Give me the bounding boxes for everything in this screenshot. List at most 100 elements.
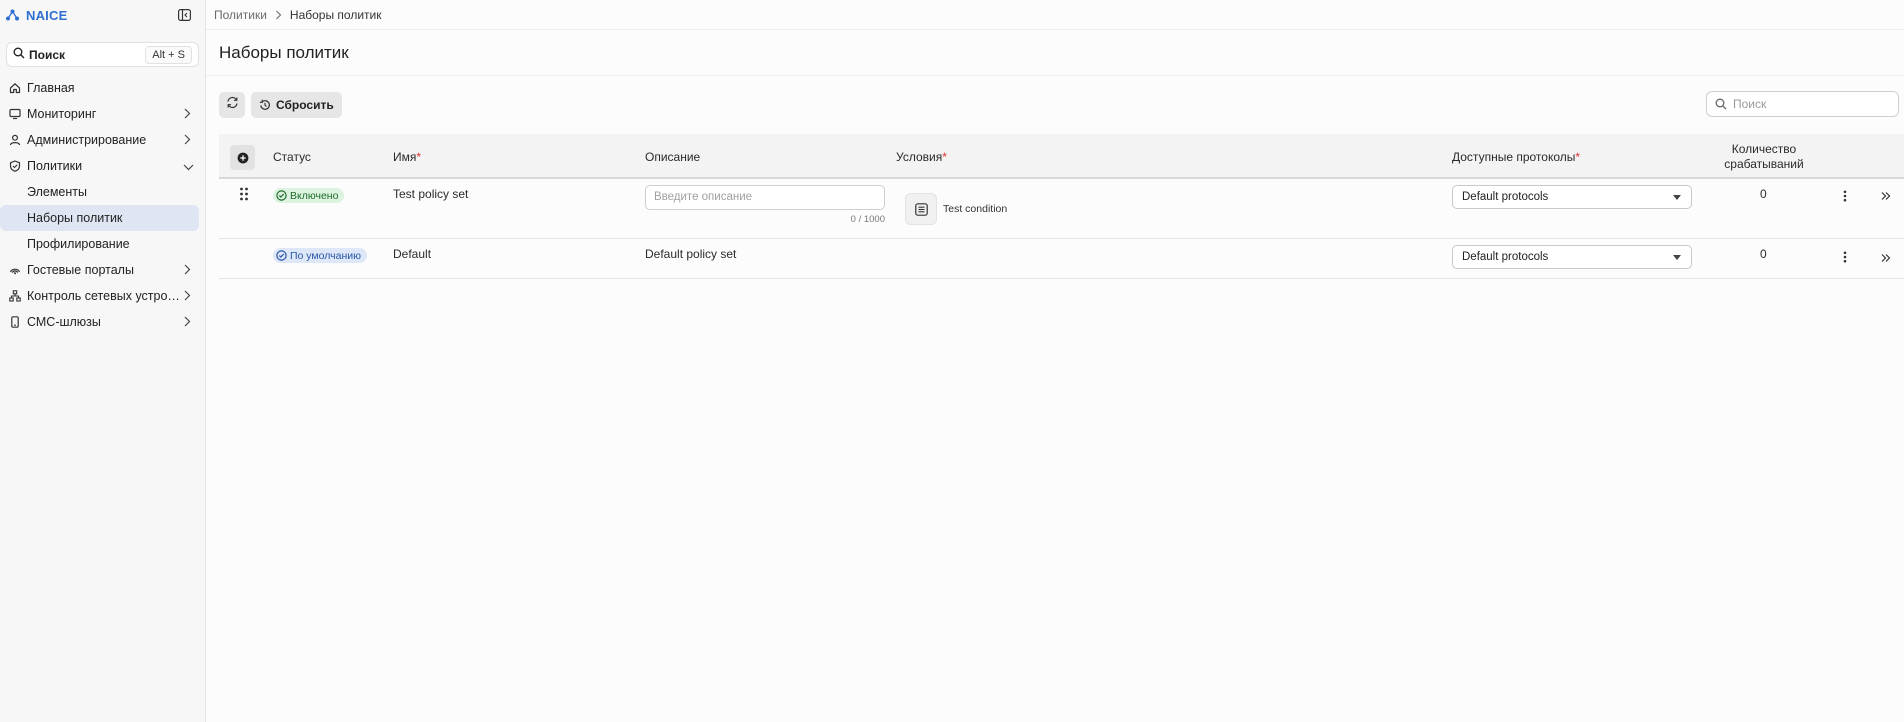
- sidebar-collapse-icon[interactable]: [178, 8, 192, 22]
- shield-icon: [8, 160, 21, 173]
- sidebar-item-home[interactable]: Главная: [0, 75, 205, 101]
- more-options-icon[interactable]: [1843, 190, 1847, 205]
- header-hit-count: Количество срабатываний: [1722, 142, 1806, 172]
- table-row[interactable]: Включено Test policy set Введите описани…: [219, 179, 1904, 239]
- header-status: Статус: [273, 150, 311, 164]
- expand-row-icon[interactable]: [1881, 252, 1891, 266]
- user-icon: [8, 134, 21, 147]
- description-placeholder: Введите описание: [654, 191, 753, 203]
- chevron-right-icon: [183, 134, 193, 146]
- network-icon: [8, 290, 21, 303]
- chevron-right-icon: [183, 108, 193, 120]
- chevron-right-icon: [183, 264, 193, 276]
- header-conditions-label: Условия: [896, 150, 943, 164]
- check-circle-icon: [276, 250, 287, 261]
- refresh-icon: [226, 96, 239, 114]
- table-row[interactable]: По умолчанию Default Default policy set …: [219, 239, 1904, 279]
- home-icon: [8, 82, 21, 95]
- sidebar-item-guest-portals[interactable]: Гостевые порталы: [0, 257, 205, 283]
- status-badge: По умолчанию: [273, 248, 368, 264]
- sidebar-item-label: СМС-шлюзы: [27, 315, 101, 329]
- table-search-input[interactable]: Поиск: [1706, 91, 1899, 117]
- app-root: NAICE Поиск Alt + S Главная Мониторинг А…: [0, 0, 1904, 722]
- breadcrumb-current: Наборы политик: [289, 7, 382, 22]
- condition-cell: Test condition: [905, 193, 1007, 225]
- description-char-counter: 0 / 1000: [850, 214, 885, 225]
- status-badge: Включено: [273, 188, 345, 204]
- required-mark: *: [1575, 150, 1581, 164]
- sidebar-item-policy-sets[interactable]: Наборы политик: [0, 205, 199, 231]
- sidebar-item-profiling[interactable]: Профилирование: [0, 231, 205, 257]
- more-options-icon[interactable]: [1843, 251, 1847, 266]
- table-header: Статус Имя* Описание Условия* Доступные …: [219, 134, 1904, 179]
- header-hit-count-line2: срабатываний: [1724, 157, 1804, 171]
- refresh-button[interactable]: [219, 92, 245, 118]
- global-search[interactable]: Поиск Alt + S: [6, 42, 199, 67]
- sidebar-item-label: Мониторинг: [27, 107, 97, 121]
- sidebar-item-label: Гостевые порталы: [27, 263, 134, 277]
- monitor-icon: [8, 108, 21, 121]
- phone-icon: [8, 316, 21, 329]
- naice-logo-icon: [6, 8, 20, 22]
- breadcrumb: Политики Наборы политик: [206, 0, 1904, 30]
- breadcrumb-policies-link[interactable]: Политики: [214, 8, 267, 22]
- row-name: Test policy set: [393, 187, 469, 201]
- drag-handle-icon[interactable]: [239, 187, 249, 204]
- chevron-down-icon: [183, 160, 194, 172]
- required-mark: *: [416, 150, 422, 164]
- brand: NAICE: [0, 0, 205, 30]
- protocol-select[interactable]: Default protocols: [1452, 185, 1692, 209]
- sidebar-item-sms-gateways[interactable]: СМС-шлюзы: [0, 309, 205, 335]
- main-content: Политики Наборы политик Наборы политик С…: [206, 0, 1904, 722]
- header-name: Имя*: [393, 150, 421, 164]
- expand-row-icon[interactable]: [1881, 190, 1891, 204]
- search-icon: [13, 46, 25, 64]
- reset-button[interactable]: Сбросить: [251, 92, 342, 118]
- row-description: Default policy set: [645, 247, 737, 261]
- chevron-right-icon: [275, 10, 282, 20]
- sidebar-item-administration[interactable]: Администрирование: [0, 127, 205, 153]
- add-row-button[interactable]: [230, 145, 255, 170]
- hit-count: 0: [1760, 247, 1767, 261]
- header-protocols: Доступные протоколы*: [1452, 150, 1580, 164]
- hit-count: 0: [1760, 187, 1767, 201]
- policy-sets-table: Статус Имя* Описание Условия* Доступные …: [219, 134, 1904, 279]
- search-icon: [1715, 98, 1727, 110]
- header-protocols-label: Доступные протоколы: [1452, 150, 1576, 164]
- status-badge-label: По умолчанию: [290, 249, 362, 262]
- sidebar-item-label: Контроль сетевых устро…: [27, 289, 180, 303]
- header-conditions: Условия*: [896, 150, 947, 164]
- row-name: Default: [393, 247, 432, 261]
- page-title: Наборы политик: [206, 30, 1904, 76]
- required-mark: *: [942, 150, 947, 164]
- chevron-right-icon: [183, 290, 193, 302]
- app-name: NAICE: [26, 7, 68, 23]
- check-circle-icon: [276, 190, 287, 201]
- header-hit-count-line1: Количество: [1731, 142, 1797, 156]
- condition-button[interactable]: [905, 193, 937, 225]
- sidebar-item-monitoring[interactable]: Мониторинг: [0, 101, 205, 127]
- description-cell: Введите описание 0 / 1000: [645, 185, 885, 225]
- table-search-placeholder: Поиск: [1733, 97, 1767, 111]
- protocol-select-value: Default protocols: [1462, 191, 1549, 203]
- condition-list-icon: [914, 202, 928, 216]
- sidebar-item-elements[interactable]: Элементы: [0, 179, 205, 205]
- sidebar-item-network-devices[interactable]: Контроль сетевых устро…: [0, 283, 205, 309]
- sidebar-item-label: Главная: [27, 81, 75, 95]
- chevron-right-icon: [183, 316, 193, 328]
- protocol-select[interactable]: Default protocols: [1452, 245, 1692, 269]
- plus-circle-icon: [237, 152, 248, 163]
- sidebar-item-label: Политики: [27, 159, 83, 173]
- protocol-select-value: Default protocols: [1462, 251, 1549, 263]
- sidebar-item-label: Администрирование: [27, 133, 147, 147]
- condition-label: Test condition: [943, 203, 1008, 215]
- sidebar-item-policies[interactable]: Политики: [0, 153, 205, 179]
- search-shortcut: Alt + S: [145, 45, 192, 64]
- header-description: Описание: [645, 150, 701, 164]
- dropdown-caret-icon: [1673, 255, 1681, 260]
- reset-button-label: Сбросить: [276, 98, 334, 112]
- description-input[interactable]: Введите описание: [645, 185, 885, 210]
- reset-icon: [259, 99, 270, 110]
- status-badge-label: Включено: [290, 189, 339, 202]
- global-search-label: Поиск: [29, 47, 66, 62]
